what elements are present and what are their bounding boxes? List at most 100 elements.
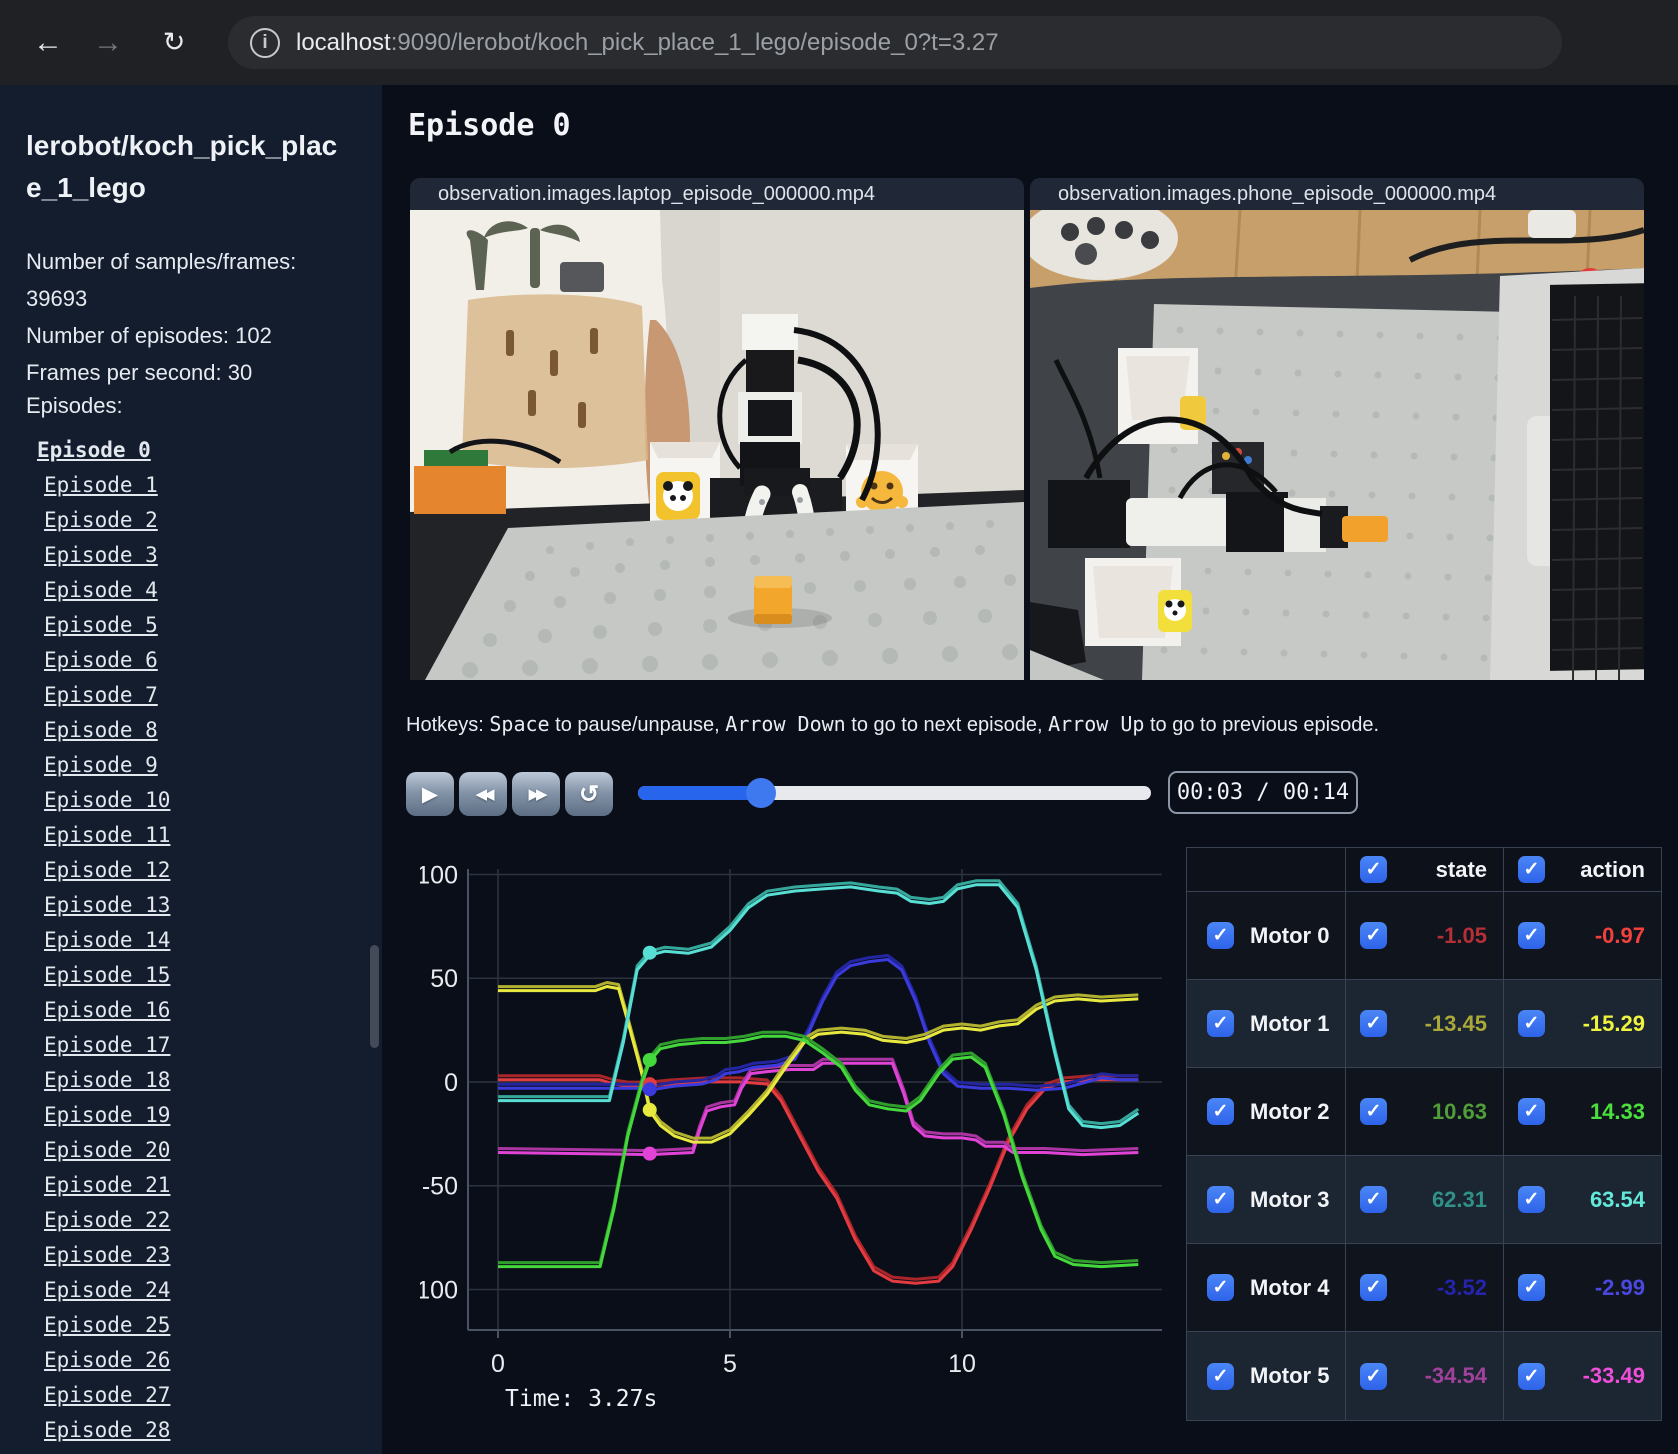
motor-state-checkbox[interactable]: ✓ — [1360, 1010, 1387, 1037]
header-state-cell: ✓ state — [1346, 848, 1504, 892]
sidebar-episode-link[interactable]: Episode 26 — [0, 1343, 370, 1378]
x-tick-label: 0 — [491, 1350, 505, 1378]
motor-action-checkbox[interactable]: ✓ — [1518, 1098, 1545, 1125]
sidebar-episode-link[interactable]: Episode 2 — [0, 503, 370, 538]
sidebar-episode-link[interactable]: Episode 1 — [0, 468, 370, 503]
motor-checkbox[interactable]: ✓ — [1207, 1010, 1234, 1037]
sidebar-episode-link[interactable]: Episode 21 — [0, 1168, 370, 1203]
motor-action-checkbox[interactable]: ✓ — [1518, 1010, 1545, 1037]
current-time-label: Time: 3.27s — [505, 1386, 658, 1412]
sidebar-episode-link[interactable]: Episode 13 — [0, 888, 370, 923]
sidebar-episode-link[interactable]: Episode 11 — [0, 818, 370, 853]
address-bar[interactable]: i localhost:9090/lerobot/koch_pick_place… — [228, 16, 1562, 69]
sidebar-episode-link[interactable]: Episode 27 — [0, 1378, 370, 1413]
sidebar-episode-link[interactable]: Episode 10 — [0, 783, 370, 818]
site-info-icon[interactable]: i — [250, 27, 280, 58]
sidebar-episode-link[interactable]: Episode 0 — [0, 433, 370, 468]
sidebar-episode-link[interactable]: Episode 22 — [0, 1203, 370, 1238]
y-tick-label: -50 — [422, 1173, 458, 1201]
sidebar-episode-link[interactable]: Episode 19 — [0, 1098, 370, 1133]
motor-checkbox[interactable]: ✓ — [1207, 922, 1234, 949]
sidebar-episode-link[interactable]: Episode 18 — [0, 1063, 370, 1098]
motor-checkbox[interactable]: ✓ — [1207, 1098, 1234, 1125]
hotkey-text: Hotkeys: — [406, 714, 490, 736]
sidebar-episode-link[interactable]: Episode 17 — [0, 1028, 370, 1063]
motor-timeseries-chart: 100 50 0 -50 -100 0 5 10 — [408, 845, 1180, 1420]
laptop-video-scene — [410, 210, 1024, 680]
sidebar-episode-link[interactable]: Episode 3 — [0, 538, 370, 573]
play-icon: ▶ — [421, 782, 439, 806]
current-time-marker — [642, 1146, 657, 1161]
motor-state-checkbox[interactable]: ✓ — [1360, 1186, 1387, 1213]
motor-name-cell: ✓ Motor 2 — [1187, 1068, 1346, 1156]
action-column-checkbox[interactable]: ✓ — [1518, 856, 1545, 883]
sidebar-episode-link[interactable]: Episode 20 — [0, 1133, 370, 1168]
motor-table-body: ✓ Motor 0 ✓ -1.05 ✓ -0.97 ✓ Motor 1 ✓ -13.45 ✓ -15.… — [1187, 892, 1661, 1420]
current-time-marker — [642, 945, 657, 960]
loop-button[interactable]: ↺ — [565, 772, 613, 816]
motor-checkbox[interactable]: ✓ — [1207, 1186, 1234, 1213]
motor-name-cell: ✓ Motor 0 — [1187, 892, 1346, 980]
hotkey-text: to go to previous episode. — [1144, 714, 1380, 736]
motor-action-value: -33.49 — [1582, 1363, 1645, 1388]
motor-action-checkbox[interactable]: ✓ — [1518, 1186, 1545, 1213]
motor-row: ✓ Motor 5 ✓ -34.54 ✓ -33.49 — [1187, 1332, 1661, 1420]
sidebar-episode-link[interactable]: Episode 5 — [0, 608, 370, 643]
motor-action-cell: ✓ -0.97 — [1504, 892, 1661, 980]
url-text: localhost:9090/lerobot/koch_pick_place_1… — [296, 29, 999, 57]
lego-block — [754, 576, 792, 624]
seek-slider-thumb[interactable] — [746, 778, 777, 808]
rewind-button[interactable]: ◀◀ — [459, 772, 507, 816]
motor-state-value: 10.63 — [1431, 1098, 1487, 1124]
series-action-line — [498, 1078, 1139, 1285]
sidebar: lerobot/koch_pick_place_1_lego Number of… — [0, 85, 382, 1454]
sidebar-episode-link[interactable]: Episode 8 — [0, 713, 370, 748]
motor-action-value: -15.29 — [1582, 1010, 1645, 1036]
rewind-icon: ◀◀ — [475, 786, 494, 803]
motor-action-checkbox[interactable]: ✓ — [1518, 1274, 1545, 1301]
seek-slider[interactable] — [638, 778, 1151, 808]
scrollbar-thumb[interactable] — [370, 945, 379, 1048]
forward-icon[interactable]: → — [84, 0, 132, 85]
hotkey-key: Space — [489, 712, 550, 736]
y-tick-label: 100 — [420, 861, 458, 889]
motor-state-checkbox[interactable]: ✓ — [1360, 922, 1387, 949]
sidebar-episode-link[interactable]: Episode 25 — [0, 1308, 370, 1343]
motor-action-checkbox[interactable]: ✓ — [1518, 1362, 1545, 1390]
sidebar-episode-link[interactable]: Episode 24 — [0, 1273, 370, 1308]
y-tick-label: 0 — [444, 1069, 458, 1097]
sidebar-episode-link[interactable]: Episode 9 — [0, 748, 370, 783]
sidebar-episode-link[interactable]: Episode 15 — [0, 958, 370, 993]
back-icon[interactable]: ← — [24, 0, 72, 85]
motor-checkbox[interactable]: ✓ — [1207, 1362, 1234, 1390]
episodes-heading: Episodes: — [26, 393, 123, 418]
motor-state-checkbox[interactable]: ✓ — [1360, 1098, 1387, 1125]
series-state-line — [497, 1057, 1139, 1153]
sidebar-episode-link[interactable]: Episode 4 — [0, 573, 370, 608]
motor-action-checkbox[interactable]: ✓ — [1518, 922, 1545, 949]
phone-video-scene — [1030, 210, 1644, 680]
stat-samples: Number of samples/frames: 39693 — [26, 249, 297, 311]
sidebar-episode-link[interactable]: Episode 28 — [0, 1413, 370, 1448]
video-phone — [1030, 210, 1644, 680]
sidebar-episode-link[interactable]: Episode 14 — [0, 923, 370, 958]
motor-state-checkbox[interactable]: ✓ — [1360, 1362, 1387, 1390]
laptop-top-down — [1490, 268, 1644, 680]
motor-state-cell: ✓ -34.54 — [1346, 1332, 1504, 1420]
sidebar-episode-link[interactable]: Episode 6 — [0, 643, 370, 678]
motor-checkbox[interactable]: ✓ — [1207, 1274, 1234, 1301]
motor-action-value: -0.97 — [1594, 922, 1645, 948]
fast-forward-button[interactable]: ▶▶ — [512, 772, 560, 816]
motor-table: ✓ state ✓ action ✓ Motor 0 ✓ -1.05 ✓ -0.97 ✓ Mo… — [1186, 847, 1662, 1421]
panda-box — [650, 442, 720, 524]
sidebar-episode-link[interactable]: Episode 16 — [0, 993, 370, 1028]
header-empty-cell — [1187, 848, 1346, 892]
state-column-checkbox[interactable]: ✓ — [1360, 856, 1387, 883]
sidebar-episode-link[interactable]: Episode 12 — [0, 853, 370, 888]
reload-icon[interactable]: ↻ — [150, 0, 198, 85]
sidebar-episode-link[interactable]: Episode 23 — [0, 1238, 370, 1273]
sidebar-episode-link[interactable]: Episode 7 — [0, 678, 370, 713]
motor-state-checkbox[interactable]: ✓ — [1360, 1274, 1387, 1301]
play-pause-button[interactable]: ▶ — [406, 772, 454, 816]
motor-action-value: 14.33 — [1589, 1098, 1645, 1124]
